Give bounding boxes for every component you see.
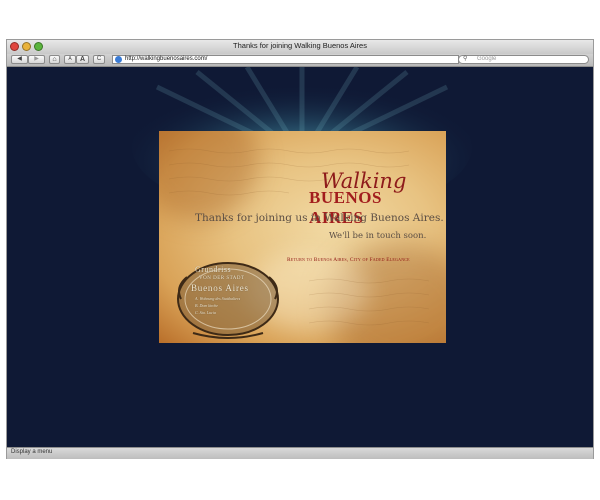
status-text: Display a menu: [11, 449, 53, 455]
status-bar: Display a menu: [7, 447, 593, 459]
title-bar: Thanks for joining Walking Buenos Aires: [7, 40, 593, 54]
thanks-message: Thanks for joining us in Walking Buenos …: [195, 212, 444, 224]
globe-icon: [115, 56, 122, 63]
search-field[interactable]: ⚲ Google: [458, 55, 589, 64]
reload-button[interactable]: C: [93, 55, 105, 64]
back-button[interactable]: ◀: [11, 55, 28, 64]
home-button[interactable]: ⌂: [49, 55, 60, 64]
seal-line-1: Grundriss: [195, 265, 232, 274]
seal-line-2: VON DER STADT: [199, 276, 245, 281]
address-field[interactable]: http://walkingbuenosaires.com/: [112, 55, 459, 64]
return-link[interactable]: Return to Buenos Aires, City of Faded El…: [287, 257, 410, 263]
web-page: Walking BUENOS AIRES Thanks for joining …: [7, 67, 593, 447]
seal-line-3: Buenos Aires: [191, 283, 249, 293]
text-smaller-button[interactable]: A: [64, 55, 76, 64]
seal-line-5: B. Dom kirche: [195, 303, 219, 308]
map-seal: Grundriss VON DER STADT Buenos Aires A. …: [173, 255, 283, 339]
search-placeholder: Google: [477, 56, 497, 62]
browser-window: Thanks for joining Walking Buenos Aires …: [6, 39, 594, 459]
parchment-card: Walking BUENOS AIRES Thanks for joining …: [159, 131, 446, 343]
window-title: Thanks for joining Walking Buenos Aires: [233, 41, 367, 50]
walking-buenos-aires-logo: Walking BUENOS AIRES: [309, 169, 439, 227]
url-text: http://walkingbuenosaires.com/: [125, 56, 208, 62]
text-larger-button[interactable]: A: [76, 55, 89, 64]
touch-message: We'll be in touch soon.: [329, 231, 427, 241]
browser-toolbar: ◀ ▶ ⌂ A A C http://walkingbuenosaires.co…: [7, 54, 593, 67]
seal-line-4: A. Wohnung des Statthalters: [195, 296, 241, 301]
seal-line-6: C. Sta. Lucia: [195, 310, 216, 315]
search-icon: ⚲: [463, 56, 468, 62]
forward-button[interactable]: ▶: [28, 55, 45, 64]
